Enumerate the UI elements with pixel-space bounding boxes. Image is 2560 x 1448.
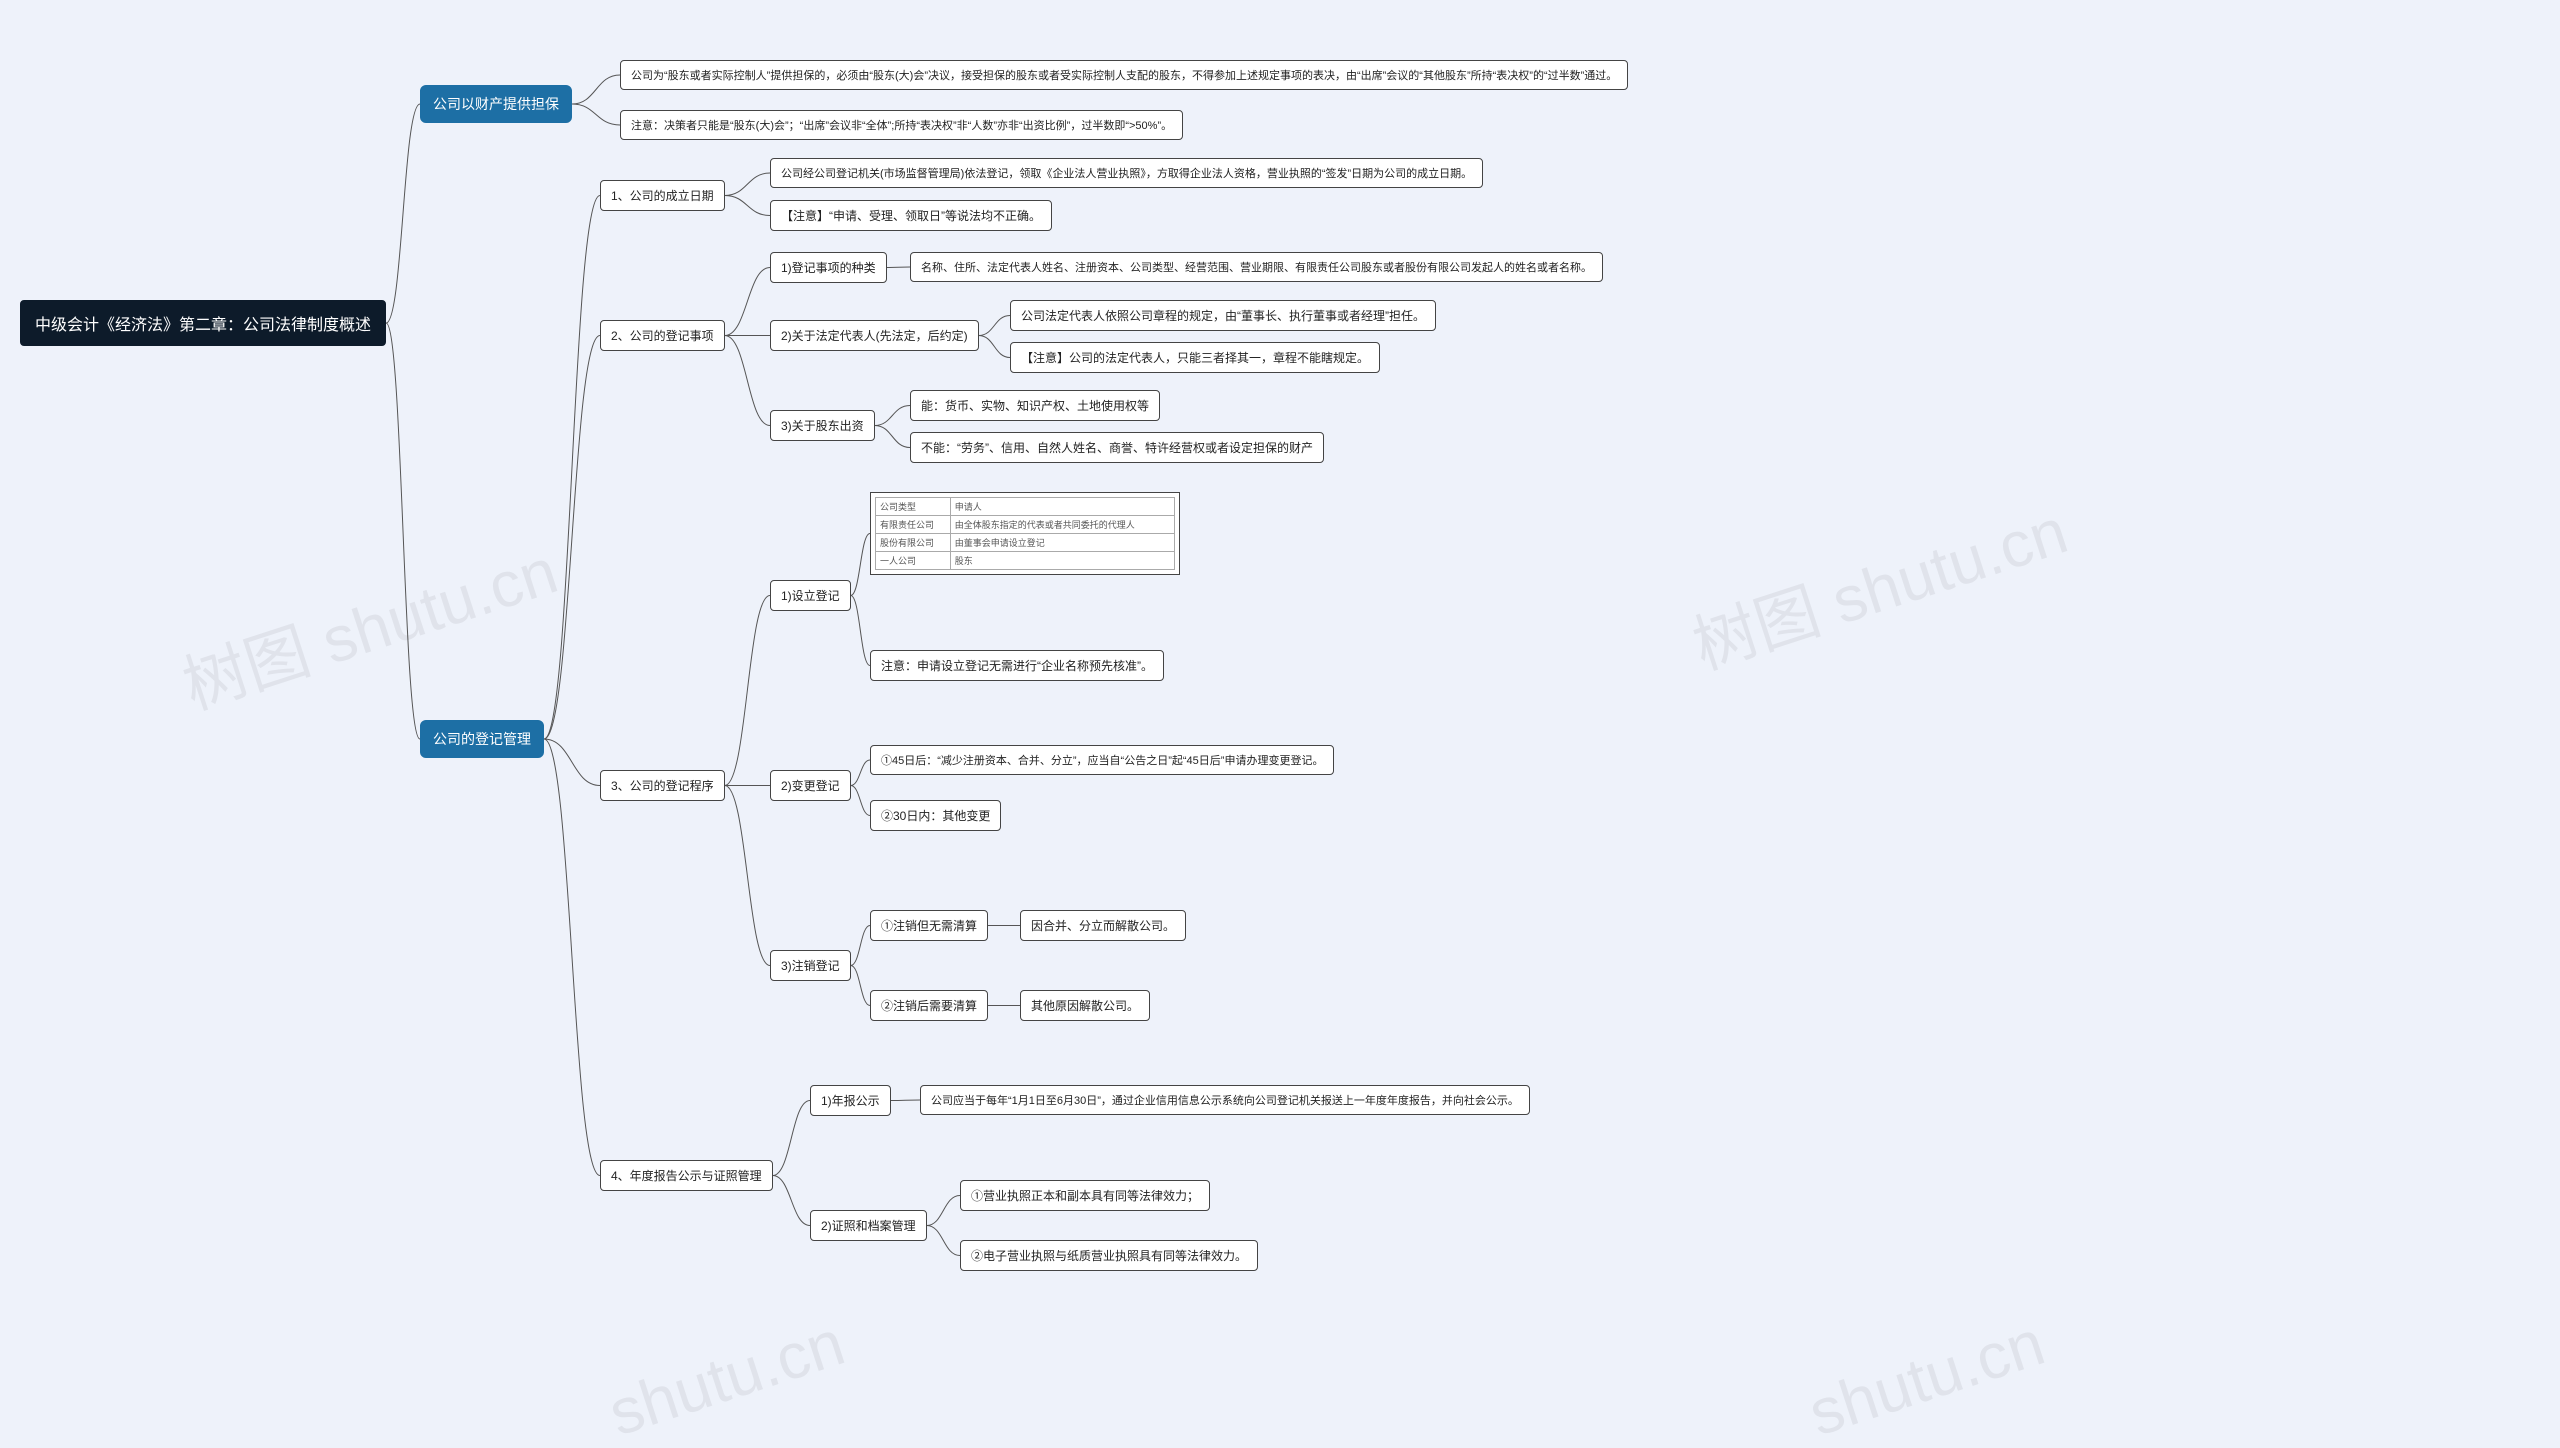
s2c-note-1: 能：货币、实物、知识产权、土地使用权等 bbox=[910, 390, 1160, 421]
cell: 申请人 bbox=[950, 498, 1174, 516]
s2c-note-2: 不能：“劳务”、信用、自然人姓名、商誉、特许经营权或者设定担保的财产 bbox=[910, 432, 1324, 463]
s3b-note-1: ①45日后：“减少注册资本、合并、分立”，应当自“公告之日”起“45日后”申请办… bbox=[870, 745, 1334, 775]
s4b[interactable]: 2)证照和档案管理 bbox=[810, 1210, 927, 1241]
s2b-note-1: 公司法定代表人依照公司章程的规定，由“董事长、执行董事或者经理”担任。 bbox=[1010, 300, 1436, 331]
s2b-note-2: 【注意】公司的法定代表人，只能三者择其一，章程不能瞎规定。 bbox=[1010, 342, 1380, 373]
s3c-cancel[interactable]: 3)注销登记 bbox=[770, 950, 851, 981]
s4-annual[interactable]: 4、年度报告公示与证照管理 bbox=[600, 1160, 773, 1191]
s3b-change[interactable]: 2)变更登记 bbox=[770, 770, 851, 801]
s2a[interactable]: 1)登记事项的种类 bbox=[770, 252, 887, 283]
root-node[interactable]: 中级会计《经济法》第二章：公司法律制度概述 bbox=[20, 300, 386, 346]
s4a-note: 公司应当于每年“1月1日至6月30日”，通过企业信用信息公示系统向公司登记机关报… bbox=[920, 1085, 1530, 1115]
branch-registration[interactable]: 公司的登记管理 bbox=[420, 720, 544, 758]
s2b[interactable]: 2)关于法定代表人(先法定，后约定) bbox=[770, 320, 979, 351]
s3-reg-procedure[interactable]: 3、公司的登记程序 bbox=[600, 770, 725, 801]
s4a[interactable]: 1)年报公示 bbox=[810, 1085, 891, 1116]
s4b-note-2: ②电子营业执照与纸质营业执照具有同等法律效力。 bbox=[960, 1240, 1258, 1271]
branch-guarantee[interactable]: 公司以财产提供担保 bbox=[420, 85, 572, 123]
cell: 一人公司 bbox=[876, 552, 951, 570]
s4b-note-1: ①营业执照正本和副本具有同等法律效力； bbox=[960, 1180, 1210, 1211]
cell: 股东 bbox=[950, 552, 1174, 570]
s3c-sub-2: ②注销后需要清算 bbox=[870, 990, 988, 1021]
s1-establish-date[interactable]: 1、公司的成立日期 bbox=[600, 180, 725, 211]
s2-reg-items[interactable]: 2、公司的登记事项 bbox=[600, 320, 725, 351]
s3a-note: 注意：申请设立登记无需进行“企业名称预先核准”。 bbox=[870, 650, 1164, 681]
cell: 股份有限公司 bbox=[876, 534, 951, 552]
s2c[interactable]: 3)关于股东出资 bbox=[770, 410, 875, 441]
s3a-setup[interactable]: 1)设立登记 bbox=[770, 580, 851, 611]
cell: 由董事会申请设立登记 bbox=[950, 534, 1174, 552]
s1-note-1: 公司经公司登记机关(市场监督管理局)依法登记，领取《企业法人营业执照》，方取得企… bbox=[770, 158, 1483, 188]
cell: 公司类型 bbox=[876, 498, 951, 516]
s3c-sub-1: ①注销但无需清算 bbox=[870, 910, 988, 941]
connectors bbox=[0, 0, 2560, 1448]
s3a-table: 公司类型申请人 有限责任公司由全体股东指定的代表或者共同委托的代理人 股份有限公… bbox=[870, 492, 1180, 575]
s3b-note-2: ②30日内：其他变更 bbox=[870, 800, 1001, 831]
s3c-sub-1-detail: 因合并、分立而解散公司。 bbox=[1020, 910, 1186, 941]
cell: 有限责任公司 bbox=[876, 516, 951, 534]
s2a-note: 名称、住所、法定代表人姓名、注册资本、公司类型、经营范围、营业期限、有限责任公司… bbox=[910, 252, 1603, 282]
s3c-sub-2-detail: 其他原因解散公司。 bbox=[1020, 990, 1150, 1021]
b1-note-1: 公司为“股东或者实际控制人”提供担保的，必须由“股东(大)会”决议，接受担保的股… bbox=[620, 60, 1628, 90]
cell: 由全体股东指定的代表或者共同委托的代理人 bbox=[950, 516, 1174, 534]
b1-note-2: 注意：决策者只能是“股东(大)会”；“出席”会议非“全体”;所持“表决权”非“人… bbox=[620, 110, 1183, 140]
s1-note-2: 【注意】“申请、受理、领取日”等说法均不正确。 bbox=[770, 200, 1052, 231]
